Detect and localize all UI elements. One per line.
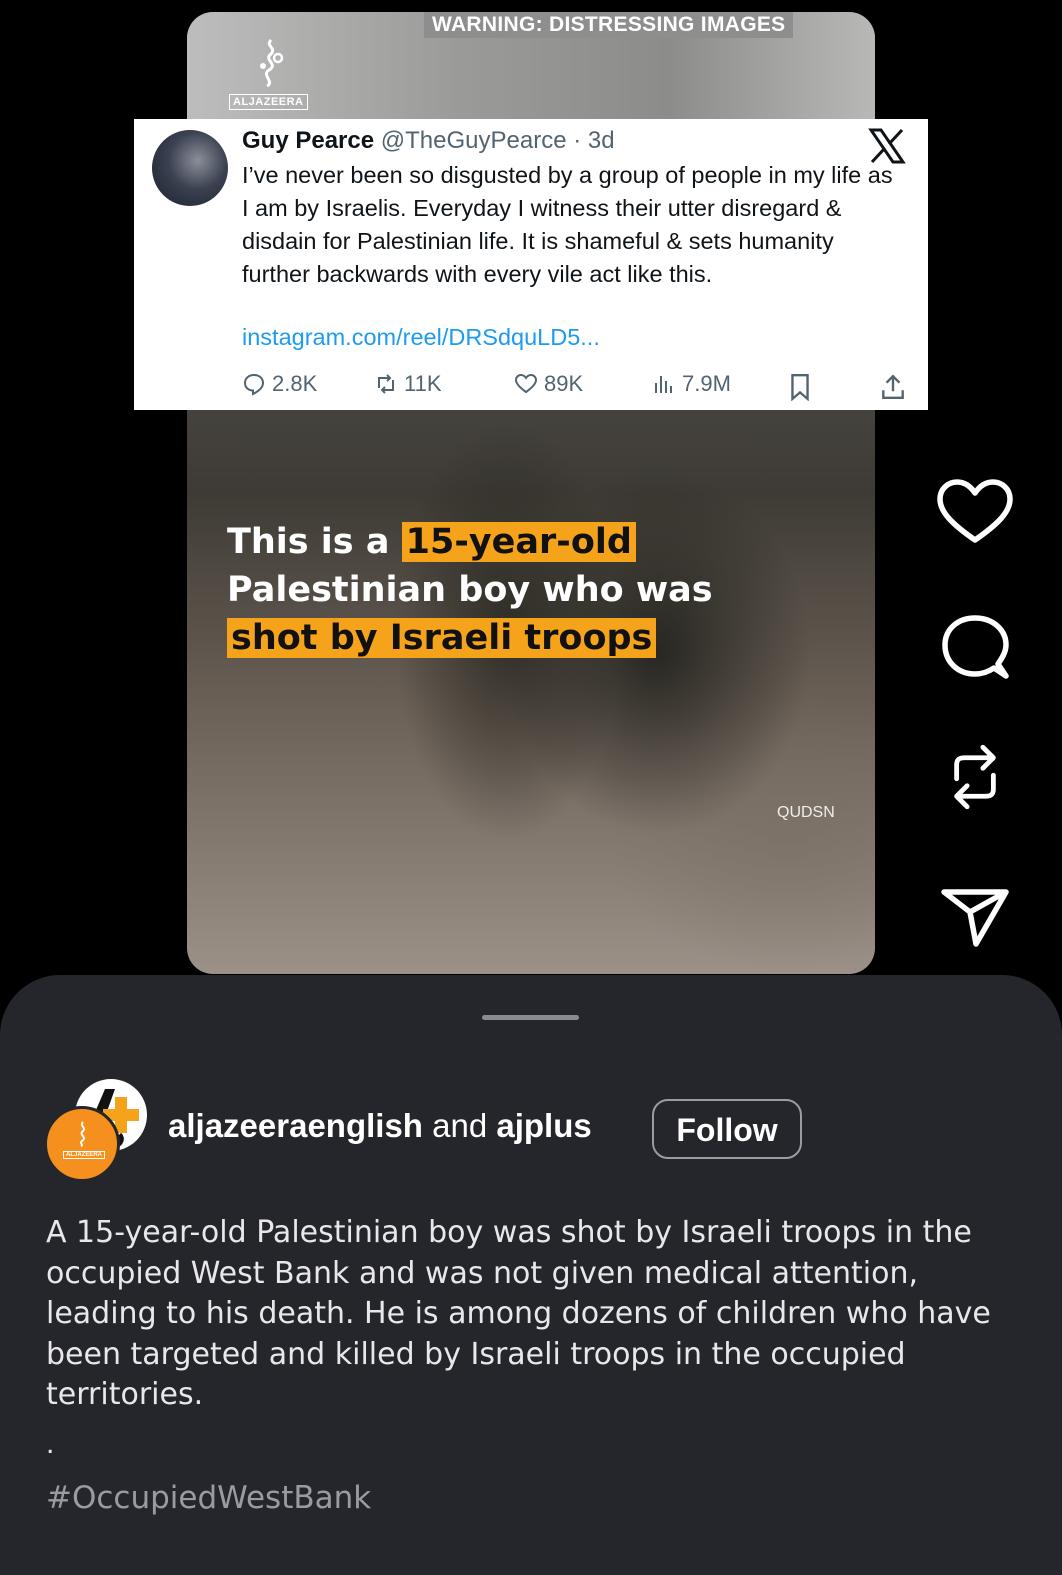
share-icon[interactable] xyxy=(936,882,1014,952)
video-credit: QUDSN xyxy=(777,804,835,821)
embedded-tweet: Guy Pearce @TheGuyPearce · 3d I’ve never… xyxy=(134,119,928,410)
tweet-author-handle: @TheGuyPearce · 3d xyxy=(380,127,615,154)
account-aljazeeraenglish[interactable]: aljazeeraenglish xyxy=(168,1107,423,1144)
tweet-text: I’ve never been so disgusted by a group … xyxy=(242,162,893,287)
sheet-drag-handle[interactable] xyxy=(482,1015,579,1020)
tweet-share-icon[interactable] xyxy=(880,373,906,401)
views-icon xyxy=(655,376,672,393)
account-ajplus[interactable]: ajplus xyxy=(496,1107,591,1144)
post-description: A 15-year-old Palestinian boy was shot b… xyxy=(46,1215,991,1412)
tweet-stats: 2.8K 11K 89K 7.9M xyxy=(242,371,912,403)
reply-icon xyxy=(243,373,265,396)
tweet-header: Guy Pearce @TheGuyPearce · 3d xyxy=(242,127,615,155)
tweet-heart-icon xyxy=(514,373,538,394)
views-count: 7.9M xyxy=(682,371,731,396)
comment-icon[interactable] xyxy=(936,612,1014,682)
bookmark-icon[interactable] xyxy=(787,373,813,401)
aljazeera-logo-icon xyxy=(260,38,284,88)
like-stat[interactable]: 89K xyxy=(514,371,583,397)
heart-icon[interactable] xyxy=(936,478,1014,548)
caption-line-1: This is a 15-year-old xyxy=(227,518,713,566)
comments-sheet: ALJAZEERA aljazeeraenglish and ajplus Fo… xyxy=(0,975,1062,1575)
aljazeera-logo-icon xyxy=(80,1121,86,1147)
views-stat[interactable]: 7.9M xyxy=(652,371,731,397)
aljazeeraenglish-avatar[interactable]: ALJAZEERA xyxy=(44,1106,120,1182)
aje-avatar-label: ALJAZEERA xyxy=(63,1151,106,1159)
hashtag-link[interactable]: #OccupiedWestBank xyxy=(46,1480,371,1516)
reply-stat[interactable]: 2.8K xyxy=(242,371,317,397)
tweet-avatar[interactable] xyxy=(152,130,228,206)
like-count: 89K xyxy=(544,371,584,396)
caption-line-2: Palestinian boy who was xyxy=(227,570,713,610)
reply-count: 2.8K xyxy=(272,371,318,396)
follow-button[interactable]: Follow xyxy=(652,1099,802,1159)
caption-line-3: shot by Israeli troops xyxy=(227,614,713,662)
warning-banner: WARNING: DISTRESSING IMAGES xyxy=(424,12,794,38)
repost-count: 11K xyxy=(404,371,442,396)
caption-text: This is a xyxy=(227,522,402,562)
repost-icon[interactable] xyxy=(936,742,1014,812)
aljazeera-logo-label: ALJAZEERA xyxy=(229,94,308,110)
accounts-conjunction: and xyxy=(422,1107,497,1144)
tweet-link[interactable]: instagram.com/reel/DRSdquLD5... xyxy=(242,324,600,351)
aljazeera-logo: ALJAZEERA xyxy=(229,36,309,118)
description-separator: . xyxy=(46,1427,55,1460)
post-accounts: aljazeeraenglish and ajplus xyxy=(168,1107,592,1145)
caption-highlight: shot by Israeli troops xyxy=(227,618,657,658)
tweet-author-name[interactable]: Guy Pearce xyxy=(242,127,374,154)
caption-highlight: 15-year-old xyxy=(401,522,636,562)
retweet-icon xyxy=(378,374,394,394)
repost-stat[interactable]: 11K xyxy=(374,371,442,397)
video-caption: This is a 15-year-old Palestinian boy wh… xyxy=(227,518,713,662)
